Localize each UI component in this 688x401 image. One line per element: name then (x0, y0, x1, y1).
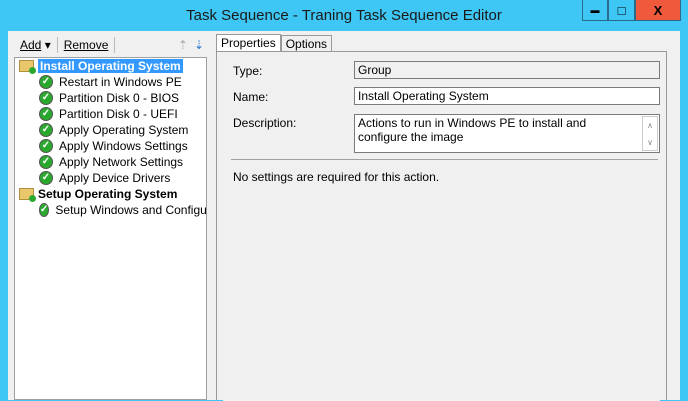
tree-item-label: Apply Device Drivers (59, 171, 171, 185)
tree-item[interactable]: ✓ Partition Disk 0 - UEFI (15, 106, 206, 122)
description-input[interactable]: Actions to run in Windows PE to install … (354, 114, 660, 153)
check-icon: ✓ (39, 91, 53, 105)
check-icon: ✓ (39, 139, 53, 153)
minimize-button[interactable]: ▬ (582, 0, 608, 21)
tree-item-label: Install Operating System (38, 59, 183, 73)
check-icon: ✓ (39, 155, 53, 169)
properties-panel: Type: Group Name: Install Operating Syst… (216, 51, 667, 401)
tree-item-label: Partition Disk 0 - BIOS (59, 91, 180, 105)
move-up-icon[interactable]: ⇡ (178, 38, 188, 52)
tree-item[interactable]: Setup Operating System (15, 186, 206, 202)
folder-icon (19, 188, 36, 202)
tree-item-label: Apply Network Settings (59, 155, 184, 169)
type-label: Type: (233, 64, 263, 78)
type-field: Group (354, 61, 660, 79)
tree-item-label: Setup Operating System (38, 187, 178, 201)
check-icon: ✓ (39, 203, 50, 217)
name-input[interactable]: Install Operating System (354, 87, 660, 105)
tree-item[interactable]: ✓ Apply Windows Settings (15, 138, 206, 154)
divider (231, 159, 658, 160)
tree-item-label: Partition Disk 0 - UEFI (59, 107, 178, 121)
description-text: Actions to run in Windows PE to install … (358, 116, 587, 144)
check-icon: ✓ (39, 171, 53, 185)
tree-item[interactable]: Install Operating System (15, 58, 206, 74)
add-button[interactable]: Add ▾ (20, 38, 51, 52)
tree-toolbar: Add ▾ Remove ⇡ ⇣ (14, 34, 208, 56)
description-scrollbar[interactable]: ∧ ∨ (642, 116, 658, 151)
tree-item-label: Apply Windows Settings (59, 139, 188, 153)
separator (114, 37, 116, 53)
editor-client: Add ▾ Remove ⇡ ⇣ Install Operating Syste… (8, 31, 680, 401)
tree-item-label: Apply Operating System (59, 123, 189, 137)
settings-note: No settings are required for this action… (233, 170, 440, 184)
tree-item-label: Setup Windows and Configuration (55, 203, 207, 217)
check-icon: ✓ (39, 123, 53, 137)
tree-item[interactable]: ✓ Apply Network Settings (15, 154, 206, 170)
close-button[interactable]: X (635, 0, 681, 21)
tree-item-label: Restart in Windows PE (59, 75, 182, 89)
separator (56, 37, 58, 53)
move-down-icon[interactable]: ⇣ (194, 38, 204, 52)
tree-item[interactable]: ✓ Restart in Windows PE (15, 74, 206, 90)
folder-icon (19, 60, 36, 74)
name-label: Name: (233, 90, 269, 104)
tab-strip: Properties Options (216, 33, 333, 53)
tree-item[interactable]: ✓ Partition Disk 0 - BIOS (15, 90, 206, 106)
tree-item[interactable]: ✓ Apply Operating System (15, 122, 206, 138)
remove-button[interactable]: Remove (64, 38, 109, 52)
tab-options[interactable]: Options (280, 35, 333, 52)
task-sequence-tree[interactable]: Install Operating System ✓ Restart in Wind… (14, 57, 207, 400)
maximize-button[interactable]: □ (608, 0, 635, 21)
tree-item[interactable]: ✓ Apply Device Drivers (15, 170, 206, 186)
check-icon: ✓ (39, 75, 53, 89)
tree-item[interactable]: ✓ Setup Windows and Configuration (15, 202, 206, 218)
description-label: Description: (233, 116, 297, 130)
check-icon: ✓ (39, 107, 53, 121)
